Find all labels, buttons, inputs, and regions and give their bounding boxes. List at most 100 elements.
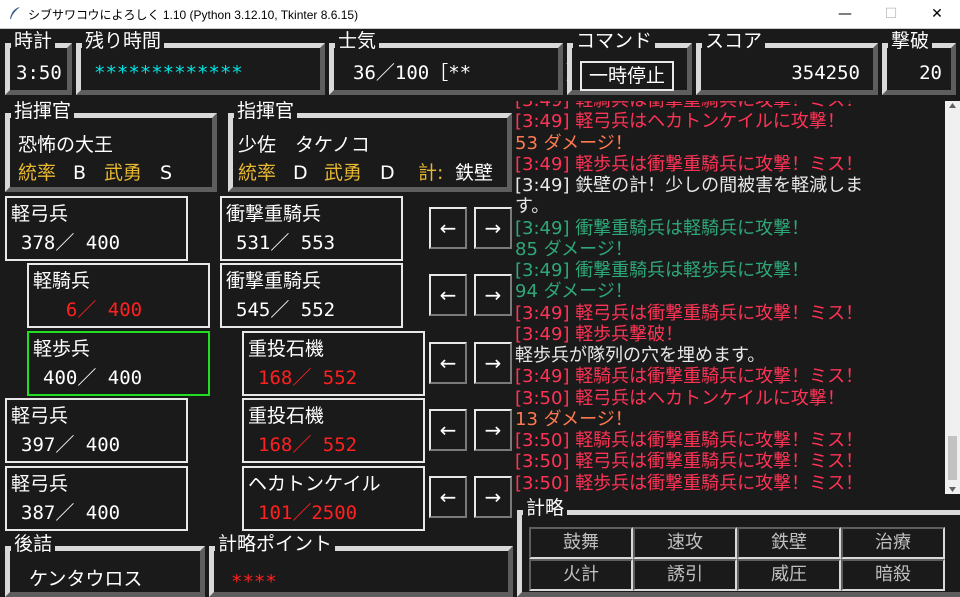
- move-right-button[interactable]: →: [474, 274, 512, 316]
- scrollbar-thumb: [948, 436, 957, 480]
- enemy-unit-hp: 168／ 552: [258, 367, 358, 389]
- remaining-time-panel: 残り時間 *************: [76, 29, 325, 95]
- plan-points-value: ****: [231, 571, 277, 593]
- plan-points-label: 計略ポイント: [215, 532, 336, 556]
- morale-value: 36／100［** ］: [353, 62, 586, 84]
- player-unit-hp: 387／ 400: [21, 502, 121, 524]
- tactic-rush-button[interactable]: 速攻: [633, 527, 737, 559]
- player-unit-name: 軽歩兵: [33, 338, 91, 360]
- move-left-button[interactable]: ←: [429, 207, 467, 249]
- tactic-rally-button[interactable]: 鼓舞: [529, 527, 633, 559]
- enemy-unit[interactable]: 衝撃重騎兵 545／ 552: [220, 263, 403, 328]
- enemy-unit[interactable]: 衝撃重騎兵 531／ 553: [220, 196, 403, 261]
- move-left-button[interactable]: ←: [429, 476, 467, 518]
- player-commander-panel: 指揮官 恐怖の大王 統率 B 武勇 S: [5, 99, 217, 192]
- score-value: 354250: [791, 62, 860, 84]
- close-button[interactable]: ✕: [914, 0, 960, 28]
- score-label: スコア: [702, 29, 766, 53]
- enemy-plan-label: 計:: [418, 162, 444, 184]
- log-line: [3:50] 軽歩兵は衝撃重騎兵に攻撃！ミス！: [515, 472, 864, 494]
- enemy-unit[interactable]: ヘカトンケイル 101／2500: [242, 466, 425, 531]
- log-line: [3:49] 軽歩兵撃破！: [515, 323, 684, 345]
- tactic-iron-wall-button[interactable]: 鉄壁: [737, 527, 841, 559]
- player-unit-hp: 378／ 400: [21, 232, 121, 254]
- player-valor-value: S: [160, 162, 173, 184]
- player-unit[interactable]: 軽歩兵 400／ 400: [27, 331, 210, 396]
- enemy-valor-label: 武勇: [324, 162, 363, 184]
- enemy-unit[interactable]: 重投石機 168／ 552: [242, 331, 425, 396]
- clock-label: 時計: [11, 29, 56, 53]
- move-left-button[interactable]: ←: [429, 274, 467, 316]
- log-line: 94 ダメージ！: [515, 281, 633, 303]
- player-lead-value: B: [73, 162, 87, 184]
- enemy-unit-name: 重投石機: [248, 338, 325, 360]
- player-unit-name: 軽弓兵: [11, 473, 69, 495]
- enemy-unit-hp: 531／ 553: [236, 232, 336, 254]
- command-label: コマンド: [573, 29, 656, 53]
- clock-panel: 時計 3:50: [5, 29, 72, 95]
- move-right-button[interactable]: →: [474, 207, 512, 249]
- app-area: 時計 3:50 残り時間 ************* 士気 36／100［** …: [0, 29, 960, 597]
- tactic-lure-button[interactable]: 誘引: [633, 559, 737, 591]
- tactic-assassinate-button[interactable]: 暗殺: [841, 559, 945, 591]
- move-right-button[interactable]: →: [474, 476, 512, 518]
- move-left-button[interactable]: ←: [429, 342, 467, 384]
- tactic-heal-button[interactable]: 治療: [841, 527, 945, 559]
- player-unit-hp: 6／ 400: [43, 299, 143, 321]
- reserve-value: ケンタウロス: [29, 568, 143, 590]
- feather-icon: [10, 7, 20, 19]
- player-unit-hp: 400／ 400: [43, 367, 143, 389]
- enemy-unit-hp: 168／ 552: [258, 434, 358, 456]
- enemy-unit-name: 重投石機: [248, 405, 325, 427]
- player-unit[interactable]: 軽騎兵 6／ 400: [27, 263, 210, 328]
- log-line: 13 ダメージ！: [515, 408, 633, 430]
- player-unit[interactable]: 軽弓兵 397／ 400: [5, 398, 188, 463]
- player-unit[interactable]: 軽弓兵 378／ 400: [5, 196, 188, 261]
- enemy-plan-value: 鉄壁: [455, 162, 494, 184]
- enemy-unit-name: 衝撃重騎兵: [226, 203, 322, 225]
- scroll-down-icon: [949, 487, 956, 492]
- log-line: 53 ダメージ！: [515, 132, 633, 154]
- log-line: [3:49] 軽歩兵は衝撃重騎兵に攻撃！ミス！: [515, 153, 864, 175]
- enemy-commander-panel: 指揮官 少佐 タケノコ 統率 D 武勇 D 計: 鉄壁: [228, 99, 512, 192]
- log-line: 軽歩兵が隊列の穴を埋めます。: [515, 345, 766, 366]
- log-line: [3:49] 鉄壁の計！少しの間被害を軽減しま: [515, 175, 864, 196]
- window-titlebar: シブサワコウによろしく 1.10 (Python 3.12.10, Tkinte…: [0, 0, 960, 29]
- tactics-panel: 計略 鼓舞 速攻 鉄壁 治療 火計 誘引 威圧 暗殺: [517, 496, 960, 597]
- enemy-commander-label: 指揮官: [234, 99, 298, 123]
- enemy-commander-name: 少佐 タケノコ: [238, 134, 370, 156]
- kills-panel: 撃破 20: [882, 29, 956, 95]
- move-left-button[interactable]: ←: [429, 409, 467, 451]
- enemy-unit[interactable]: 重投石機 168／ 552: [242, 398, 425, 463]
- kills-value: 20: [919, 62, 942, 84]
- log-line: [3:49] 軽騎兵は衝撃重騎兵に攻撃！ミス！: [515, 366, 864, 388]
- log-line: 85 ダメージ！: [515, 238, 633, 260]
- minimize-button[interactable]: —: [822, 0, 868, 28]
- tactic-fire-button[interactable]: 火計: [529, 559, 633, 591]
- log-scrollbar[interactable]: [945, 101, 960, 494]
- log-line: [3:50] 軽弓兵は衝撃重騎兵に攻撃！ミス！: [515, 451, 864, 473]
- tactics-label: 計略: [523, 496, 568, 520]
- pause-button[interactable]: 一時停止: [580, 61, 674, 91]
- log-line: [3:49] 軽弓兵は衝撃重騎兵に攻撃！ミス！: [515, 302, 864, 324]
- log-line: [3:49] 衝撃重騎兵は軽騎兵に攻撃！: [515, 217, 810, 239]
- player-unit-name: 軽弓兵: [11, 405, 69, 427]
- score-panel: スコア 354250: [696, 29, 878, 95]
- log-line: [3:49] 軽騎兵は衝撃重騎兵に攻撃！ミス！: [515, 101, 945, 111]
- log-line: す。: [515, 196, 550, 218]
- player-unit-name: 軽弓兵: [11, 203, 69, 225]
- player-unit[interactable]: 軽弓兵 387／ 400: [5, 466, 188, 531]
- move-right-button[interactable]: →: [474, 342, 512, 384]
- kills-label: 撃破: [888, 29, 933, 53]
- player-unit-name: 軽騎兵: [33, 270, 91, 292]
- plan-points-panel: 計略ポイント ****: [209, 532, 513, 597]
- reserve-panel: 後詰 ケンタウロス: [5, 532, 205, 597]
- log-line: [3:50] 軽弓兵はヘカトンケイルに攻撃！: [515, 387, 845, 409]
- battle-log[interactable]: [3:49] 軽騎兵は衝撃重騎兵に攻撃！ミス！[3:49] 軽弓兵はヘカトンケイ…: [515, 101, 945, 494]
- window-title: シブサワコウによろしく 1.10 (Python 3.12.10, Tkinte…: [28, 8, 359, 22]
- morale-label: 士気: [335, 29, 380, 53]
- maximize-button[interactable]: ☐: [868, 0, 914, 28]
- tactic-intimidate-button[interactable]: 威圧: [737, 559, 841, 591]
- move-right-button[interactable]: →: [474, 409, 512, 451]
- log-line: [3:49] 衝撃重騎兵は軽歩兵に攻撃！: [515, 260, 810, 281]
